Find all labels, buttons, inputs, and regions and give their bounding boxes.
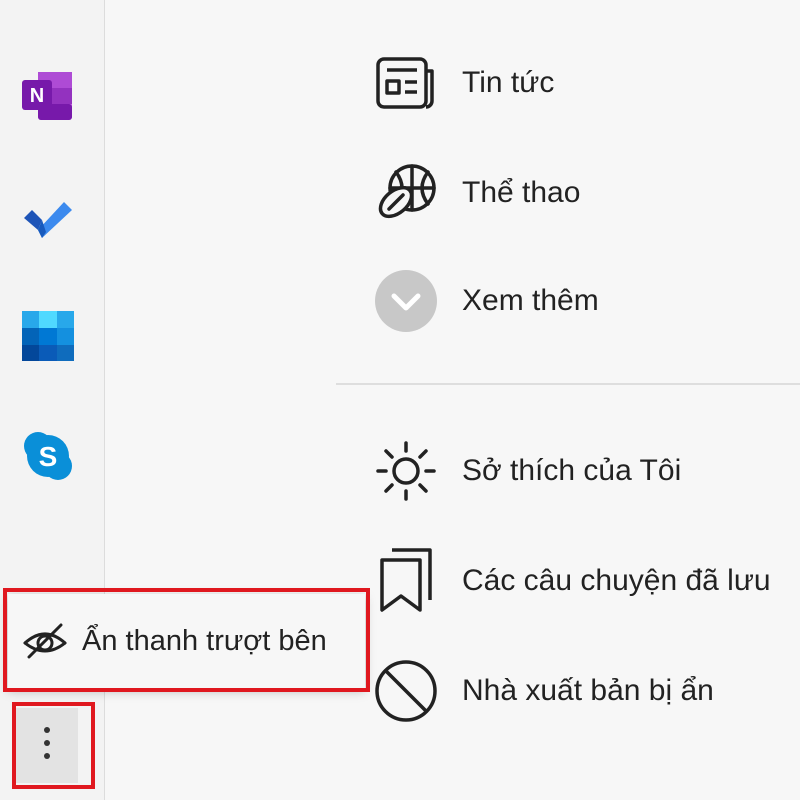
menu-item-hidden-publishers[interactable]: Nhà xuất bản bị ẩn xyxy=(372,656,792,726)
more-vertical-icon xyxy=(43,725,51,766)
hide-sidebar-label: Ẩn thanh trượt bên xyxy=(82,624,327,657)
svg-text:N: N xyxy=(30,85,44,107)
block-icon xyxy=(372,657,440,725)
hide-sidebar-menu-item[interactable]: Ẩn thanh trượt bên xyxy=(8,594,365,688)
menu-item-label: Nhà xuất bản bị ẩn xyxy=(462,674,714,707)
more-options-button[interactable] xyxy=(15,708,78,783)
eye-off-icon xyxy=(20,616,70,666)
sports-ball-icon xyxy=(372,159,440,227)
menu-item-see-more[interactable]: Xem thêm xyxy=(372,266,792,336)
menu-item-label: Thể thao xyxy=(462,176,581,209)
skype-icon[interactable]: S xyxy=(20,428,76,484)
menu-item-my-interests[interactable]: Sở thích của Tôi xyxy=(372,436,792,506)
menu-item-sports[interactable]: Thể thao xyxy=(372,158,792,228)
onenote-icon[interactable]: N xyxy=(20,68,76,124)
menu-item-label: Sở thích của Tôi xyxy=(462,454,682,487)
newspaper-icon xyxy=(372,49,440,117)
todo-icon[interactable] xyxy=(20,188,76,244)
sun-icon xyxy=(372,437,440,505)
chevron-down-icon xyxy=(372,267,440,335)
bookmarks-icon xyxy=(372,547,440,615)
menu-item-saved-stories[interactable]: Các câu chuyện đã lưu xyxy=(372,546,792,616)
menu-item-news[interactable]: Tin tức xyxy=(372,48,792,118)
menu-item-label: Tin tức xyxy=(462,66,555,99)
menu-item-label: Xem thêm xyxy=(462,284,599,317)
outlook-calendar-icon[interactable] xyxy=(20,308,76,364)
menu-item-label: Các câu chuyện đã lưu xyxy=(462,564,771,597)
menu-divider xyxy=(336,383,800,385)
svg-text:S: S xyxy=(39,441,58,472)
